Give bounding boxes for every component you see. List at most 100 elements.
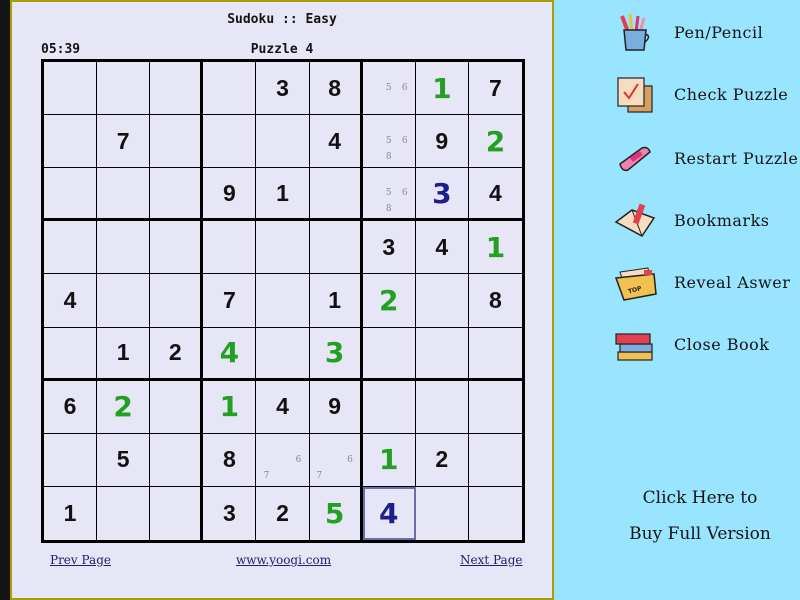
grid-cell-r1-c7[interactable]: 56 <box>362 62 416 116</box>
check-puzzle-button[interactable]: Check Puzzle <box>614 74 788 114</box>
buy-line-1: Click Here to <box>642 488 758 508</box>
grid-cell-r4-c1[interactable] <box>44 221 98 275</box>
grid-cell-r4-c4[interactable] <box>203 221 257 275</box>
grid-cell-r2-c7[interactable]: 568 <box>362 115 416 169</box>
grid-cell-r3-c3[interactable] <box>150 168 204 222</box>
grid-cell-r7-c1[interactable]: 6 <box>44 380 98 434</box>
grid-cell-r2-c1[interactable] <box>44 115 98 169</box>
grid-cell-r4-c3[interactable] <box>150 221 204 275</box>
grid-cell-r2-c2[interactable]: 7 <box>97 115 151 169</box>
grid-cell-r3-c7[interactable]: 568 <box>362 168 416 222</box>
grid-cell-r8-c8[interactable]: 2 <box>415 433 469 487</box>
grid-cell-r9-c8[interactable] <box>416 486 469 540</box>
grid-cell-r1-c5[interactable]: 3 <box>256 62 310 116</box>
grid-cell-r3-c2[interactable] <box>97 168 151 222</box>
grid-cell-r9-c6[interactable]: 5 <box>310 486 363 540</box>
grid-cell-r7-c6[interactable]: 9 <box>309 380 363 434</box>
bookmarks-button[interactable]: Bookmarks <box>614 200 769 240</box>
grid-cell-r4-c9[interactable]: 1 <box>468 221 522 275</box>
grid-cell-r4-c7[interactable]: 3 <box>362 221 416 275</box>
grid-cell-r8-c1[interactable] <box>44 433 98 487</box>
grid-cell-r6-c5[interactable] <box>256 327 310 381</box>
next-page-link[interactable]: Next Page <box>460 553 522 567</box>
grid-cell-r5-c8[interactable] <box>415 274 469 328</box>
grid-cell-r9-c2[interactable] <box>97 486 151 540</box>
grid-cell-r3-c6[interactable] <box>309 168 363 222</box>
grid-cell-r5-c6[interactable]: 1 <box>309 274 363 328</box>
grid-cell-r5-c4[interactable]: 7 <box>203 274 257 328</box>
grid-cell-r7-c4[interactable]: 1 <box>203 380 257 434</box>
grid-cell-r9-c5[interactable]: 2 <box>256 486 310 540</box>
grid-cell-r2-c9[interactable]: 2 <box>468 115 522 169</box>
grid-cell-r3-c1[interactable] <box>44 168 98 222</box>
cell-digit: 4 <box>328 127 341 154</box>
prev-page-link[interactable]: Prev Page <box>50 553 111 567</box>
grid-cell-r6-c9[interactable] <box>468 328 522 381</box>
grid-cell-r5-c3[interactable] <box>150 274 204 328</box>
grid-cell-r5-c5[interactable] <box>256 274 310 328</box>
grid-cell-r6-c2[interactable]: 1 <box>97 327 151 381</box>
grid-cell-r3-c9[interactable]: 4 <box>468 168 522 222</box>
grid-cell-r3-c4[interactable]: 9 <box>203 168 257 222</box>
reveal-answer-button[interactable]: TOP Reveal Aswer <box>614 262 790 302</box>
grid-cell-r5-c9[interactable]: 8 <box>468 274 522 328</box>
grid-cell-r1-c6[interactable]: 8 <box>309 62 363 116</box>
pen-pencil-button[interactable]: Pen/Pencil <box>614 12 763 52</box>
grid-cell-r5-c2[interactable] <box>97 274 151 328</box>
grid-cell-r8-c4[interactable]: 8 <box>203 433 257 487</box>
grid-cell-r2-c8[interactable]: 9 <box>415 115 469 169</box>
cell-digit: 2 <box>435 446 449 473</box>
pencil-note: 8 <box>385 203 392 214</box>
close-book-button[interactable]: Close Book <box>614 324 769 364</box>
grid-cell-r6-c7[interactable] <box>362 327 416 381</box>
grid-cell-r1-c2[interactable] <box>97 62 151 116</box>
grid-cell-r8-c7[interactable]: 1 <box>362 433 416 487</box>
pencil-notes: 568 <box>365 117 413 165</box>
grid-cell-r3-c8[interactable]: 3 <box>415 168 469 222</box>
grid-cell-r2-c6[interactable]: 4 <box>309 115 363 169</box>
grid-cell-r6-c8[interactable] <box>415 327 469 381</box>
grid-cell-r8-c9[interactable] <box>468 434 522 487</box>
grid-cell-r8-c3[interactable] <box>150 433 204 487</box>
grid-cell-r2-c5[interactable] <box>256 115 310 169</box>
grid-cell-r2-c3[interactable] <box>150 115 204 169</box>
grid-cell-r5-c1[interactable]: 4 <box>44 274 98 328</box>
grid-cell-r6-c6[interactable]: 3 <box>309 327 363 381</box>
pencil-note: 5 <box>385 188 392 199</box>
restart-puzzle-button[interactable]: Restart Puzzle <box>614 138 798 178</box>
grid-cell-r4-c5[interactable] <box>256 221 310 275</box>
sudoku-page: Sudoku :: Easy 05:39 Puzzle 4 3856177456… <box>10 0 554 600</box>
grid-cell-r4-c6[interactable] <box>309 221 363 275</box>
pencil-note: 7 <box>316 470 323 481</box>
grid-cell-r9-c7[interactable]: 4 <box>362 486 416 540</box>
grid-cell-r4-c8[interactable]: 4 <box>415 221 469 275</box>
grid-cell-r7-c7[interactable] <box>362 380 416 434</box>
grid-cell-r9-c9[interactable] <box>469 487 522 540</box>
grid-cell-r9-c3[interactable] <box>150 486 204 540</box>
grid-cell-r8-c6[interactable]: 67 <box>309 433 363 487</box>
grid-cell-r1-c9[interactable]: 7 <box>468 62 522 116</box>
buy-full-version-button[interactable]: Click Here to Buy Full Version <box>600 480 800 552</box>
grid-cell-r7-c2[interactable]: 2 <box>97 380 151 434</box>
grid-cell-r8-c5[interactable]: 67 <box>256 433 310 487</box>
grid-cell-r7-c9[interactable] <box>468 381 522 434</box>
grid-cell-r9-c4[interactable]: 3 <box>203 486 257 540</box>
grid-cell-r7-c8[interactable] <box>415 380 469 434</box>
grid-cell-r7-c5[interactable]: 4 <box>256 380 310 434</box>
grid-cell-r1-c1[interactable] <box>44 62 98 116</box>
grid-cell-r7-c3[interactable] <box>150 380 204 434</box>
grid-cell-r9-c1[interactable]: 1 <box>44 486 98 540</box>
grid-cell-r6-c3[interactable]: 2 <box>150 327 204 381</box>
grid-cell-r6-c1[interactable] <box>44 327 98 381</box>
website-link[interactable]: www.yoogi.com <box>236 553 331 567</box>
grid-cell-r1-c8[interactable]: 1 <box>415 62 469 116</box>
grid-cell-r1-c3[interactable] <box>150 62 204 116</box>
grid-cell-r6-c4[interactable]: 4 <box>203 327 257 381</box>
grid-cell-r2-c4[interactable] <box>203 115 257 169</box>
cell-digit: 2 <box>113 390 133 424</box>
grid-cell-r3-c5[interactable]: 1 <box>256 168 310 222</box>
grid-cell-r1-c4[interactable] <box>203 62 257 116</box>
grid-cell-r4-c2[interactable] <box>97 221 151 275</box>
grid-cell-r8-c2[interactable]: 5 <box>97 433 151 487</box>
grid-cell-r5-c7[interactable]: 2 <box>362 274 416 328</box>
